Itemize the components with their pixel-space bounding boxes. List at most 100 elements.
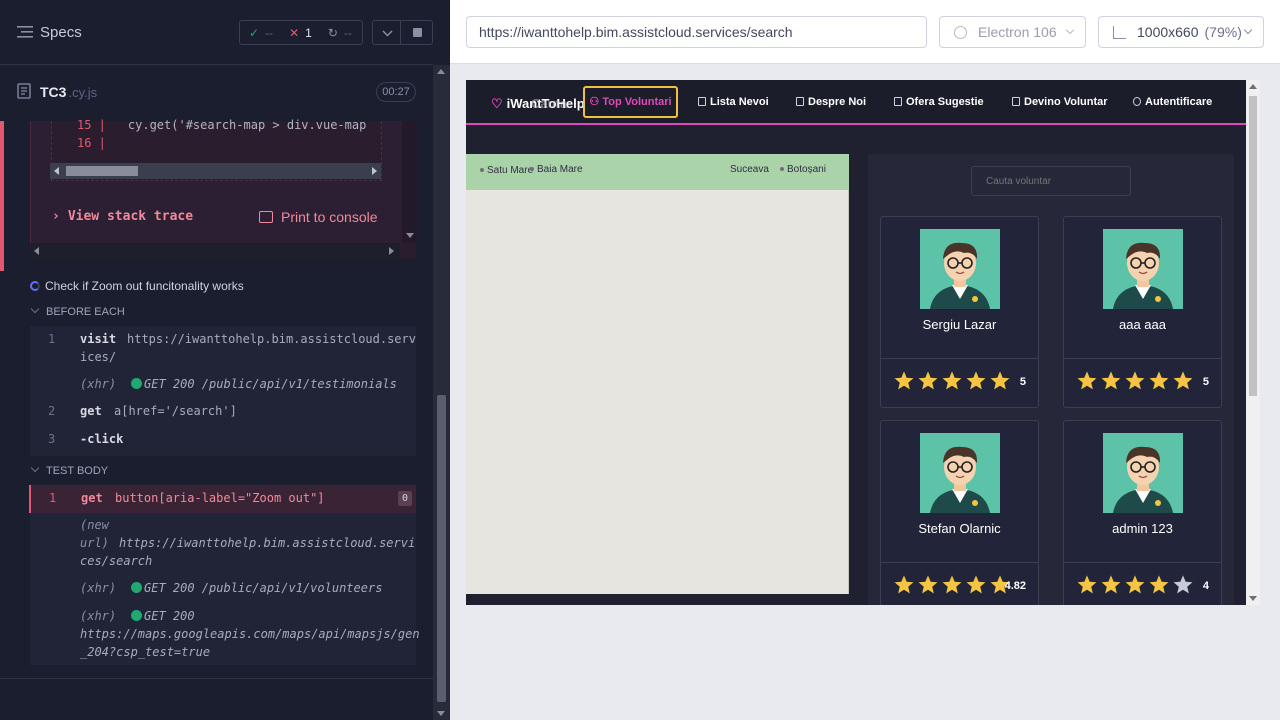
code-frame-vscrollbar[interactable] <box>402 121 417 243</box>
search-map[interactable]: Satu Mare Baia Mare Suceava Botoșani <box>466 154 849 594</box>
nav-despre-noi[interactable]: Despre Noi <box>796 96 866 108</box>
scroll-down-arrow[interactable] <box>1249 596 1257 601</box>
divider <box>881 358 1038 359</box>
nav-top-voluntari[interactable]: ⚇ Top Voluntari <box>583 86 678 118</box>
xhr-text: GET 200 /public/api/v1/testimonials <box>144 377 397 391</box>
test-title-text: Check if Zoom out funcitonality works <box>45 279 244 293</box>
view-stack-trace-button[interactable]: › View stack trace <box>52 209 193 224</box>
nav-autentificare[interactable]: Autentificare <box>1133 96 1212 108</box>
command-new-url[interactable]: (new url) https://iwanttohelp.bim.assist… <box>30 518 416 570</box>
command-click[interactable]: 3 -click <box>30 432 416 448</box>
running-test-title[interactable]: Check if Zoom out funcitonality works <box>30 279 244 293</box>
scroll-up-arrow[interactable] <box>437 69 445 74</box>
scrollbar-thumb[interactable] <box>437 395 446 702</box>
test-body-title[interactable]: TEST BODY <box>30 463 108 477</box>
reporter-vscrollbar[interactable] <box>433 65 450 720</box>
xhr-status: GET 200 /public/api/v1/testimonials <box>127 377 397 391</box>
aut-vscrollbar[interactable] <box>1246 80 1260 605</box>
nav-ofera-sugestie[interactable]: Ofera Sugestie <box>894 96 984 108</box>
viewport-select[interactable]: 1000x660 (79%) <box>1098 16 1264 48</box>
nav-label: Top Voluntari <box>602 96 672 108</box>
city-dot-icon <box>530 167 534 171</box>
xhr-label: (xhr) <box>80 609 117 623</box>
command-visit[interactable]: 1 visit https://iwanttohelp.bim.assistcl… <box>30 332 416 368</box>
before-each-hook-title[interactable]: BEFORE EACH <box>30 304 125 318</box>
command-get[interactable]: 2 get a[href='/search'] <box>30 404 416 420</box>
command-number: 2 <box>48 404 56 418</box>
scroll-up-arrow[interactable] <box>1249 84 1257 89</box>
browser-select[interactable]: Electron 106 <box>939 16 1086 48</box>
ruler-icon <box>1113 26 1126 39</box>
star-icon <box>990 371 1010 390</box>
reporter-panel: Specs ✓ -- ✕ 1 ↻ -- TC3 .cy.js 00:27 15 |… <box>0 0 450 720</box>
error-code-frame: 15 | cy.get('#search-map > div.vue-map 16… <box>30 118 417 259</box>
star-icon <box>966 575 986 594</box>
browser-name: Electron 106 <box>978 24 1057 40</box>
star-icon <box>1173 371 1193 390</box>
command-message: button[aria-label="Zoom out"] <box>115 491 325 505</box>
list-icon <box>698 97 706 106</box>
volunteer-search-input[interactable] <box>971 166 1131 196</box>
command-message-cont: ices/ <box>80 350 117 364</box>
volunteer-card[interactable]: Sergiu Lazar 5 <box>880 216 1039 408</box>
app-logo[interactable]: ♡ iWantToHelp Cauta <box>491 96 585 112</box>
app-under-test: ♡ iWantToHelp Cauta ⚇ Top Voluntari Lista… <box>466 80 1246 605</box>
rating-stars <box>893 574 1013 600</box>
code-line: 15 | cy.get('#search-map > div.vue-map <box>77 118 367 132</box>
stop-icon <box>413 28 422 37</box>
xhr-label: (xhr) <box>80 581 117 595</box>
scroll-down-arrow[interactable] <box>406 233 414 238</box>
divider <box>0 678 433 679</box>
nav-lista-nevoi[interactable]: Lista Nevoi <box>698 96 769 108</box>
city-dot-icon <box>480 168 484 172</box>
command-number: 3 <box>48 432 56 446</box>
star-icon <box>918 575 938 594</box>
volunteer-card[interactable]: Stefan Olarnic 4.82 <box>880 420 1039 605</box>
error-hscrollbar[interactable] <box>30 243 416 259</box>
volunteer-card[interactable]: admin 123 4 <box>1063 420 1222 605</box>
chevron-down-icon <box>1243 25 1253 35</box>
hook-title-text: BEFORE EACH <box>46 306 125 318</box>
viewport-size: 1000x660 <box>1137 24 1199 40</box>
avatar <box>920 433 1000 513</box>
url-input[interactable] <box>466 16 927 48</box>
command-xhr[interactable]: (xhr) GET 200 https://maps.googleapis.co… <box>30 609 420 661</box>
scroll-right-arrow[interactable] <box>389 247 394 255</box>
failed-count: 1 <box>305 25 312 40</box>
command-message: https://iwanttohelp.bim.assistcloud.serv <box>127 332 416 346</box>
print-to-console-button[interactable]: Print to console <box>259 209 378 225</box>
stop-button[interactable] <box>401 20 433 45</box>
failed-command-get[interactable]: 1 get button[aria-label="Zoom out"] 0 <box>29 485 416 513</box>
nav-devino-voluntar[interactable]: Devino Voluntar <box>1012 96 1108 108</box>
menu-icon[interactable] <box>17 25 33 39</box>
print-to-console-label: Print to console <box>281 209 378 225</box>
volunteer-card[interactable]: aaa aaa 5 <box>1063 216 1222 408</box>
specs-title[interactable]: Specs <box>40 24 82 41</box>
rating-value: 5 <box>1202 376 1209 388</box>
xhr-status: GET 200 <box>127 609 195 623</box>
xhr-text: GET 200 <box>144 609 195 623</box>
command-xhr[interactable]: (xhr) GET 200 /public/api/v1/volunteers <box>30 581 416 597</box>
line-number: 15 <box>77 118 92 132</box>
building-icon <box>796 97 804 106</box>
auto-scroll-button[interactable] <box>372 20 401 45</box>
star-icon <box>1149 371 1169 390</box>
command-name: visit <box>80 332 117 346</box>
command-xhr[interactable]: (xhr) GET 200 /public/api/v1/testimonial… <box>30 377 416 393</box>
city-dot-icon <box>780 167 784 171</box>
spec-file-name[interactable]: TC3 .cy.js <box>40 84 97 100</box>
xhr-url-cont: _204?csp_test=true <box>80 645 211 659</box>
xhr-url: https://maps.googleapis.com/maps/api/map… <box>80 627 420 641</box>
line-number: 16 <box>77 136 92 150</box>
code-hscrollbar[interactable] <box>50 163 381 179</box>
command-name: get <box>81 491 103 505</box>
scrollbar-thumb[interactable] <box>1249 96 1257 396</box>
scroll-right-arrow[interactable] <box>372 167 377 175</box>
electron-icon <box>954 26 967 39</box>
scrollbar-thumb[interactable] <box>66 166 138 176</box>
scroll-left-arrow[interactable] <box>34 247 39 255</box>
star-icon <box>1149 575 1169 594</box>
scroll-down-arrow[interactable] <box>437 711 445 716</box>
duration-badge: 00:27 <box>376 82 416 102</box>
scroll-left-arrow[interactable] <box>54 167 59 175</box>
